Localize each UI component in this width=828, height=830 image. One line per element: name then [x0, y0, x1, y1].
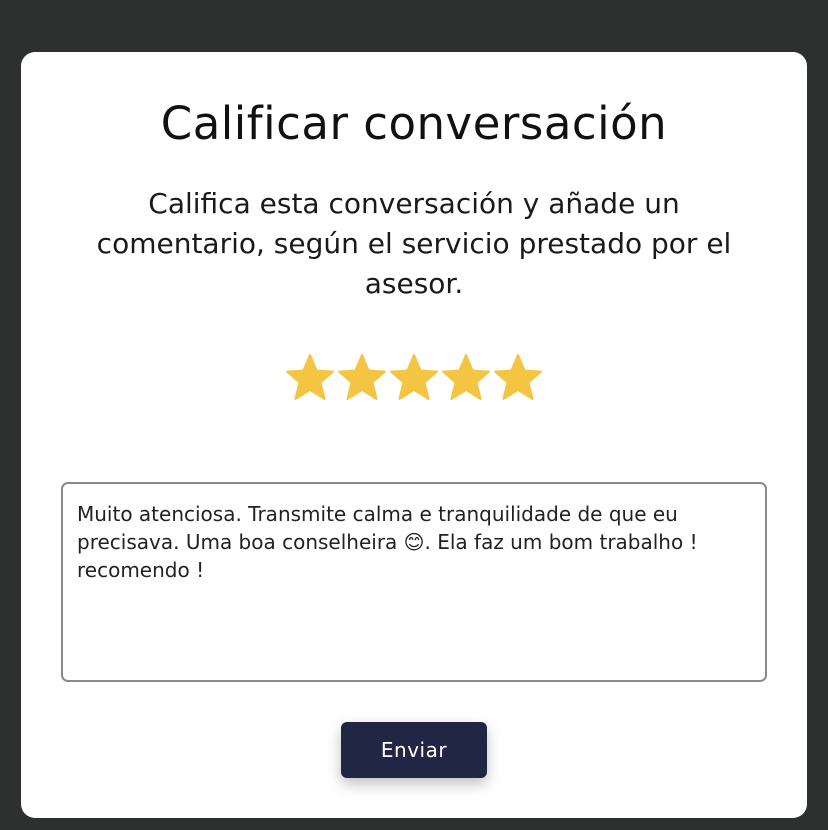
- comment-textarea[interactable]: Muito atenciosa. Transmite calma e tranq…: [61, 482, 767, 682]
- dialog-description: Califica esta conversación y añade un co…: [96, 187, 732, 300]
- comment-text: Muito atenciosa. Transmite calma e tranq…: [77, 502, 704, 582]
- star-icon[interactable]: [284, 352, 336, 404]
- star-icon[interactable]: [336, 352, 388, 404]
- star-icon[interactable]: [440, 352, 492, 404]
- rate-conversation-dialog: Calificar conversación Califica esta con…: [21, 52, 807, 818]
- send-button[interactable]: Enviar: [341, 722, 487, 778]
- dialog-title: Calificar conversación: [160, 97, 668, 150]
- star-icon[interactable]: [492, 352, 544, 404]
- star-rating: [21, 352, 807, 404]
- star-icon[interactable]: [388, 352, 440, 404]
